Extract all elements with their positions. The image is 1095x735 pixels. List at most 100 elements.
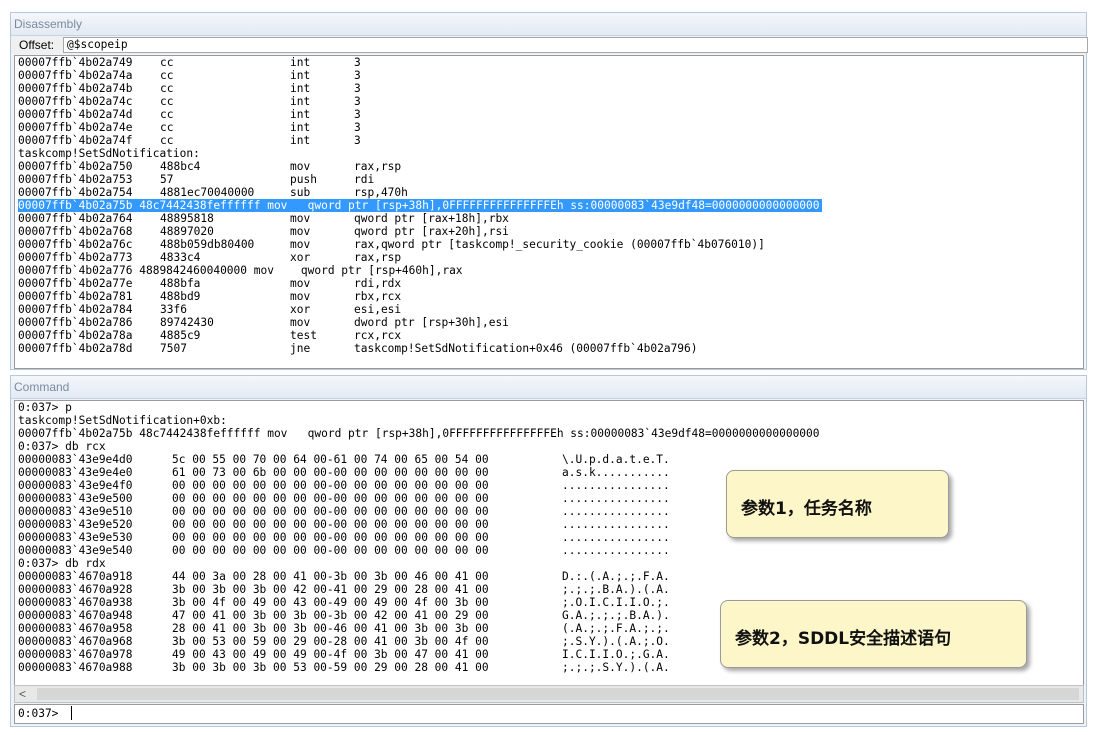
opcode-bytes: cc xyxy=(160,95,174,108)
ascii-bytes: ;.;.;.S.Y.).(.A. xyxy=(562,661,670,674)
ascii-bytes: (.A.;.;.F.A.;.;. xyxy=(562,622,670,635)
disasm-line: taskcomp!SetSdNotification: xyxy=(15,147,1083,160)
command-input[interactable] xyxy=(71,706,1080,720)
disasm-line: 00007ffb`4b02a74e cc int 3 xyxy=(15,121,1083,134)
ascii-bytes: ;.S.Y.).(.A.;.O. xyxy=(562,635,670,648)
ascii-bytes: ;.O.I.C.I.I.O.;. xyxy=(562,596,670,609)
hex-bytes: 3b 00 3b 00 3b 00 53 00-59 00 29 00 28 0… xyxy=(172,661,489,674)
disasm-line: 00007ffb`4b02a76c 488b059db80400 mov rax,qw… xyxy=(15,238,1083,251)
ascii-bytes: ................ xyxy=(562,518,670,531)
memory-address: 00000083`4670a978 xyxy=(18,648,133,661)
address: 00007ffb`4b02a74c xyxy=(18,95,133,108)
address: 00007ffb`4b02a74a xyxy=(18,69,133,82)
mnemonic: mov xyxy=(290,238,311,251)
command-prompt: 0:037> xyxy=(18,707,59,720)
operands: qword ptr [rax+20h],rsi xyxy=(354,225,509,238)
hex-bytes: 00 00 00 00 00 00 00 00-00 00 00 00 00 0… xyxy=(172,479,489,492)
disasm-line: 00007ffb`4b02a773 4833c4 xor rax,rsp xyxy=(15,251,1083,264)
address: 00007ffb`4b02a749 xyxy=(18,56,133,69)
memory-address: 00000083`4670a918 xyxy=(18,570,133,583)
mnemonic: int xyxy=(290,69,311,82)
ascii-bytes: ;.;.;.B.A.).(.A. xyxy=(562,583,670,596)
ascii-bytes: ................ xyxy=(562,544,670,557)
address: 00007ffb`4b02a754 xyxy=(18,186,133,199)
hex-bytes: 28 00 41 00 3b 00 3b 00-46 00 41 00 3b 0… xyxy=(172,622,489,635)
mnemonic: int xyxy=(290,121,311,134)
windbg-frame: Disassembly Offset: @$scopeip 00007ffb`4… xyxy=(0,0,1095,735)
hex-bytes: 3b 00 53 00 59 00 29 00-28 00 41 00 3b 0… xyxy=(172,635,489,648)
command-text: 0:037> db rdx xyxy=(18,557,106,570)
memory-address: 00000083`43e9e4e0 xyxy=(18,466,133,479)
disasm-line: 00007ffb`4b02a776 4889842460040000 mov q… xyxy=(15,264,1083,277)
ascii-bytes: I.C.I.I.O.;.G.A. xyxy=(562,648,670,661)
hex-bytes: 00 00 00 00 00 00 00 00-00 00 00 00 00 0… xyxy=(172,518,489,531)
callout-param2-text: 参数2，SDDL安全描述语句 xyxy=(735,629,952,649)
command-text: 0:037> p xyxy=(18,401,72,414)
disasm-line: 00007ffb`4b02a74b cc int 3 xyxy=(15,82,1083,95)
symbol-label: taskcomp!SetSdNotification: xyxy=(18,147,200,160)
hex-bytes: 44 00 3a 00 28 00 41 00-3b 00 3b 00 46 0… xyxy=(172,570,489,583)
mnemonic: jne xyxy=(290,342,311,355)
opcode-bytes: 48897020 xyxy=(160,225,214,238)
disassembly-window: Disassembly Offset: @$scopeip 00007ffb`4… xyxy=(10,12,1088,370)
command-line: taskcomp!SetSdNotification+0xb: xyxy=(15,414,1083,427)
disasm-line: 00007ffb`4b02a753 57 push rdi xyxy=(15,173,1083,186)
memory-dump-row: 00000083`43e9e4d0 5c 00 55 00 70 00 64 00… xyxy=(15,453,1083,466)
hex-bytes: 49 00 43 00 49 00 49 00-4f 00 3b 00 47 0… xyxy=(172,648,489,661)
callout-param1-text: 参数1，任务名称 xyxy=(741,499,872,519)
disasm-line: 00007ffb`4b02a750 488bc4 mov rax,rsp xyxy=(15,160,1083,173)
operands: 3 xyxy=(354,69,361,82)
opcode-bytes: cc xyxy=(160,121,174,134)
hex-bytes: 00 00 00 00 00 00 00 00-00 00 00 00 00 0… xyxy=(172,492,489,505)
instruction-text: 00007ffb`4b02a776 4889842460040000 mov q… xyxy=(18,264,463,277)
ascii-bytes: ................ xyxy=(562,479,670,492)
operands: 3 xyxy=(354,56,361,69)
horizontal-scrollbar[interactable]: < xyxy=(14,685,1084,703)
scrollbar-track[interactable] xyxy=(37,688,1079,700)
offset-input[interactable]: @$scopeip xyxy=(63,37,1088,53)
ascii-bytes: ................ xyxy=(562,531,670,544)
ascii-bytes: ................ xyxy=(562,505,670,518)
ascii-bytes: a.s.k........... xyxy=(562,466,670,479)
memory-address: 00000083`4670a928 xyxy=(18,583,133,596)
address: 00007ffb`4b02a753 xyxy=(18,173,133,186)
address: 00007ffb`4b02a764 xyxy=(18,212,133,225)
command-input-bar: 0:037> xyxy=(14,704,1084,724)
memory-address: 00000083`43e9e4d0 xyxy=(18,453,133,466)
operands: rax,qword ptr [taskcomp!_security_cookie… xyxy=(354,238,765,251)
command-text: 0:037> db rcx xyxy=(18,440,106,453)
disasm-line: 00007ffb`4b02a74c cc int 3 xyxy=(15,95,1083,108)
operands: qword ptr [rax+18h],rbx xyxy=(354,212,509,225)
memory-address: 00000083`4670a948 xyxy=(18,609,133,622)
mnemonic: sub xyxy=(290,186,311,199)
hex-bytes: 47 00 41 00 3b 00 3b 00-3b 00 42 00 41 0… xyxy=(172,609,489,622)
opcode-bytes: cc xyxy=(160,108,174,121)
ascii-bytes: G.A.;.;.;.B.A.). xyxy=(562,609,670,622)
disasm-line: 00007ffb`4b02a78d 7507 jne taskcomp!SetSdNo… xyxy=(15,342,1083,355)
opcode-bytes: cc xyxy=(160,69,174,82)
disassembly-title: Disassembly xyxy=(11,13,1086,36)
mnemonic: mov xyxy=(290,212,311,225)
opcode-bytes: 33f6 xyxy=(160,303,187,316)
operands: 3 xyxy=(354,121,361,134)
opcode-bytes: 48895818 xyxy=(160,212,214,225)
opcode-bytes: 488bd9 xyxy=(160,290,201,303)
disassembly-listing[interactable]: 00007ffb`4b02a749 cc int 3 00007ffb`4b02a74a… xyxy=(14,55,1084,369)
callout-param2: 参数2，SDDL安全描述语句 xyxy=(720,600,1027,668)
address: 00007ffb`4b02a768 xyxy=(18,225,133,238)
mnemonic: xor xyxy=(290,303,311,316)
address: 00007ffb`4b02a74f xyxy=(18,134,133,147)
hex-bytes: 00 00 00 00 00 00 00 00-00 00 00 00 00 0… xyxy=(172,505,489,518)
operands: 3 xyxy=(354,95,361,108)
opcode-bytes: cc xyxy=(160,82,174,95)
mnemonic: int xyxy=(290,95,311,108)
disasm-line: 00007ffb`4b02a77e 488bfa mov rdi,rdx xyxy=(15,277,1083,290)
operands: taskcomp!SetSdNotification+0x46 (00007ff… xyxy=(354,342,698,355)
chevron-left-icon[interactable]: < xyxy=(19,686,26,702)
memory-dump-row: 00000083`4670a928 3b 00 3b 00 3b 00 42 00… xyxy=(15,583,1083,596)
memory-address: 00000083`43e9e4f0 xyxy=(18,479,133,492)
operands: rax,rsp xyxy=(354,160,402,173)
hex-bytes: 00 00 00 00 00 00 00 00-00 00 00 00 00 0… xyxy=(172,531,489,544)
disasm-line: 00007ffb`4b02a781 488bd9 mov rbx,rcx xyxy=(15,290,1083,303)
mnemonic: int xyxy=(290,134,311,147)
